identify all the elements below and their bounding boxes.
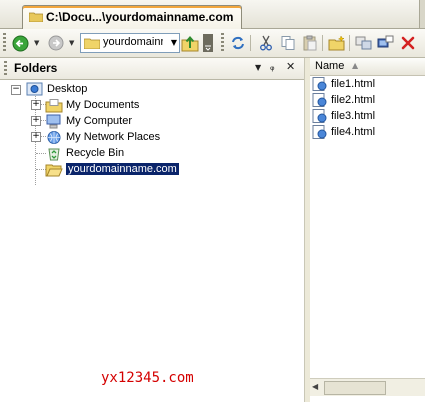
move-to-button[interactable]	[354, 33, 374, 53]
my-documents-icon	[45, 98, 63, 112]
file-name: file2.html	[331, 94, 376, 106]
file-name: file3.html	[331, 110, 376, 122]
tree-item-my-documents[interactable]: My Documents	[45, 97, 139, 113]
up-folder-button[interactable]	[180, 33, 200, 53]
tree-item-desktop[interactable]: Desktop	[26, 81, 87, 97]
delete-button[interactable]	[398, 33, 418, 53]
collapse-toggle[interactable]: −	[11, 85, 21, 95]
delete-x-icon	[401, 36, 415, 50]
file-list: Name ▲ file1.html file2.html file3.html …	[310, 58, 425, 402]
file-name: file1.html	[331, 78, 376, 90]
tree-item-label: My Network Places	[66, 131, 161, 143]
move-to-icon	[355, 36, 372, 50]
address-value: yourdomainr	[103, 36, 163, 48]
panel-grip[interactable]	[4, 61, 7, 75]
html-file-icon	[312, 93, 327, 107]
toolbar-grip[interactable]	[3, 33, 6, 53]
file-item[interactable]: file4.html	[312, 124, 375, 140]
tree-item-label: yourdomainname.com	[66, 163, 179, 175]
file-item[interactable]: file3.html	[312, 108, 375, 124]
back-button[interactable]	[10, 33, 30, 53]
tab-current-folder[interactable]: C:\Docu...\yourdomainname.com	[22, 5, 242, 30]
expand-toggle[interactable]: +	[31, 100, 41, 110]
up-folder-icon	[181, 35, 199, 52]
copy-to-icon	[377, 35, 394, 48]
tree-item-my-computer[interactable]: My Computer	[45, 113, 132, 129]
back-arrow-icon	[12, 35, 28, 51]
sort-ascending-icon: ▲	[352, 61, 359, 70]
open-folder-icon	[45, 164, 63, 176]
overflow-chevron-icon	[203, 34, 213, 52]
tab-label: C:\Docu...\yourdomainname.com	[46, 10, 234, 24]
scrollbar-thumb[interactable]	[324, 381, 386, 395]
expand-toggle[interactable]: +	[31, 116, 41, 126]
tab-strip: C:\Docu...\yourdomainname.com	[0, 0, 425, 30]
panel-title: Folders	[14, 61, 58, 75]
toolbar-separator	[349, 35, 350, 51]
close-icon[interactable]: ✕	[286, 60, 295, 73]
tab-strip-edge	[419, 0, 425, 28]
paste-button[interactable]	[300, 33, 320, 53]
back-dropdown-icon[interactable]: ▼	[34, 39, 39, 47]
folder-icon	[84, 38, 100, 49]
tree-item-label: My Documents	[66, 99, 140, 111]
toolbar-overflow-button[interactable]	[202, 33, 214, 53]
file-item[interactable]: file1.html	[312, 76, 375, 92]
new-folder-icon	[328, 35, 345, 51]
watermark: yx12345.com	[101, 370, 194, 386]
column-header-label: Name	[315, 60, 345, 72]
copy-to-button[interactable]	[376, 33, 396, 53]
tree-item-label: Recycle Bin	[66, 147, 125, 159]
new-folder-button[interactable]	[327, 33, 347, 53]
paste-icon	[303, 35, 317, 51]
tree-item-label: My Computer	[66, 115, 133, 127]
folders-panel-header: Folders ▼ ᵩ ✕	[0, 58, 304, 80]
scissors-icon	[260, 35, 272, 51]
folder-icon	[29, 12, 43, 22]
forward-button[interactable]	[46, 33, 66, 53]
recycle-bin-icon	[48, 148, 60, 160]
refresh-button[interactable]	[228, 33, 248, 53]
toolbar-separator	[322, 35, 323, 51]
tree-item-recycle-bin[interactable]: Recycle Bin	[45, 145, 124, 161]
copy-button[interactable]	[278, 33, 298, 53]
copy-icon	[281, 36, 295, 50]
network-globe-icon	[47, 130, 61, 144]
html-file-icon	[312, 125, 327, 139]
scroll-left-icon[interactable]: ◀	[312, 382, 318, 391]
pin-icon[interactable]: ᵩ	[270, 60, 275, 73]
tree-item-yourdomainname[interactable]: yourdomainname.com	[45, 161, 179, 177]
horizontal-scrollbar[interactable]: ◀	[310, 378, 425, 396]
folder-tree: − + + + Desktop My Documents My Computer…	[0, 80, 304, 402]
forward-arrow-icon	[48, 35, 64, 51]
expand-toggle[interactable]: +	[31, 132, 41, 142]
file-name: file4.html	[331, 126, 376, 138]
toolbar-separator	[250, 35, 251, 51]
cut-button[interactable]	[256, 33, 276, 53]
file-item[interactable]: file2.html	[312, 92, 375, 108]
toolbar-grip[interactable]	[221, 33, 224, 53]
toolbar: ▼ ▼ yourdomainr ▼	[0, 29, 425, 58]
computer-icon	[46, 114, 61, 128]
tree-item-label: Desktop	[47, 83, 88, 95]
panel-menu-dropdown-icon[interactable]: ▼	[255, 63, 261, 72]
refresh-icon	[232, 36, 244, 50]
html-file-icon	[312, 109, 327, 123]
tree-item-my-network-places[interactable]: My Network Places	[45, 129, 160, 145]
address-combo[interactable]: yourdomainr ▼	[80, 33, 180, 53]
html-file-icon	[312, 77, 327, 91]
column-header-name[interactable]: Name ▲	[310, 58, 425, 76]
forward-dropdown-icon[interactable]: ▼	[69, 39, 74, 47]
address-dropdown-icon[interactable]: ▼	[171, 38, 177, 47]
desktop-icon	[26, 82, 43, 95]
